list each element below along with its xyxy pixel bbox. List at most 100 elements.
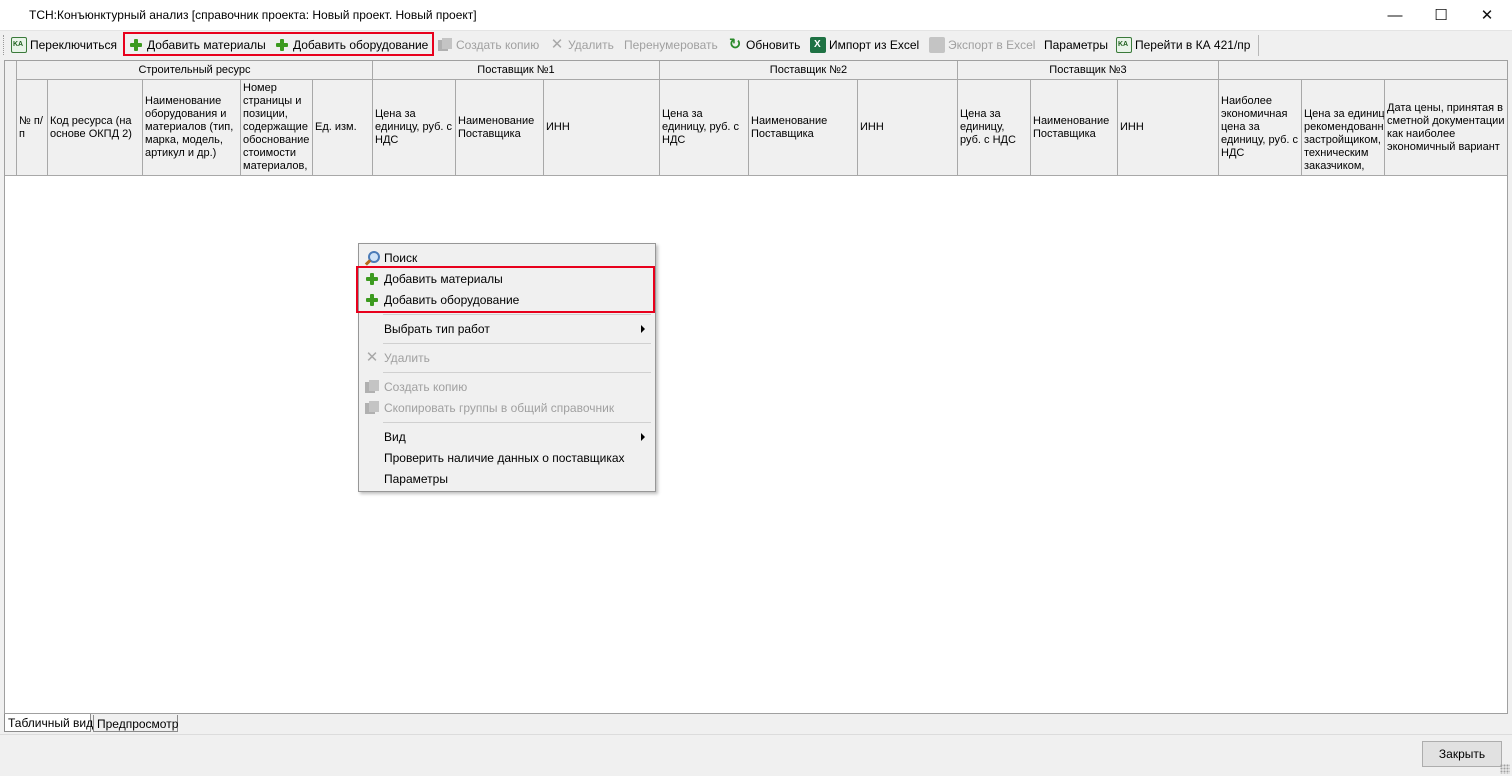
- column-header-s3-price[interactable]: Цена за единицу, руб. с НДС: [958, 80, 1031, 176]
- plus-icon: [364, 292, 380, 308]
- delete-label: Удалить: [568, 38, 614, 52]
- switch-button[interactable]: Переключиться: [11, 36, 117, 54]
- context-menu: Поиск Добавить материалы Добавить оборуд…: [358, 243, 656, 492]
- menu-item-delete-label: Удалить: [384, 351, 430, 365]
- column-header-s3-inn[interactable]: ИНН: [1118, 80, 1219, 176]
- submenu-arrow-icon: [641, 433, 645, 441]
- goto-ka-label: Перейти в КА 421/пр: [1135, 38, 1251, 52]
- bottom-bar: [0, 734, 1512, 776]
- group-header-supplier2: Поставщик №2: [660, 61, 958, 80]
- ka-icon: [11, 37, 27, 53]
- toolbar-end-separator: [1258, 35, 1259, 56]
- column-header-page-label: Номер страницы и позиции, содержащие обо…: [243, 82, 310, 172]
- menu-item-view[interactable]: Вид: [361, 427, 653, 447]
- data-grid[interactable]: Строительный ресурс Поставщик №1 Поставщ…: [4, 60, 1508, 714]
- parameters-label: Параметры: [1044, 38, 1108, 52]
- menu-item-add-materials[interactable]: Добавить материалы: [361, 269, 653, 289]
- menu-separator: [383, 422, 651, 423]
- refresh-button[interactable]: ↻ Обновить: [727, 36, 801, 54]
- column-header-s1-price-label: Цена за единицу, руб. с НДС: [375, 108, 452, 146]
- column-header-s2-name[interactable]: Наименование Поставщика: [749, 80, 858, 176]
- menu-item-check-suppliers[interactable]: Проверить наличие данных о поставщиках: [361, 448, 653, 468]
- column-header-best-price-label: Наиболее экономичная цена за единицу, ру…: [1221, 95, 1298, 159]
- switch-button-label: Переключиться: [30, 38, 117, 52]
- delete-button[interactable]: ✕ Удалить: [549, 36, 614, 54]
- column-header-num[interactable]: № п/п: [17, 80, 48, 176]
- delete-icon: ✕: [550, 36, 564, 53]
- refresh-label: Обновить: [746, 38, 801, 52]
- column-header-code-label: Код ресурса (на основе ОКПД 2): [50, 114, 132, 140]
- column-header-name-label: Наименование оборудования и материалов (…: [145, 95, 234, 159]
- column-header-best-price[interactable]: Наиболее экономичная цена за единицу, ру…: [1219, 80, 1302, 176]
- group-header-supplier3: Поставщик №3: [958, 61, 1219, 80]
- menu-item-search[interactable]: Поиск: [361, 248, 653, 268]
- menu-item-work-type[interactable]: Выбрать тип работ: [361, 319, 653, 339]
- toolbar-grip[interactable]: [3, 35, 7, 55]
- close-button[interactable]: Закрыть: [1422, 741, 1502, 767]
- goto-ka-button[interactable]: Перейти в КА 421/пр: [1116, 36, 1250, 54]
- close-window-button[interactable]: ✕: [1464, 0, 1510, 31]
- menu-item-delete[interactable]: ✕ Удалить: [361, 348, 653, 368]
- group-header-supplier1: Поставщик №1: [373, 61, 660, 80]
- menu-item-search-label: Поиск: [384, 251, 418, 265]
- add-materials-label: Добавить материалы: [147, 38, 266, 52]
- column-header-s3-inn-label: ИНН: [1120, 121, 1144, 133]
- column-header-name[interactable]: Наименование оборудования и материалов (…: [143, 80, 241, 176]
- column-header-s2-price-label: Цена за единицу, руб. с НДС: [662, 108, 739, 146]
- column-header-price-date-label: Дата цены, принятая в сметной документац…: [1387, 101, 1505, 153]
- export-excel-label: Экспорт в Excel: [948, 38, 1036, 52]
- column-header-s3-name-label: Наименование Поставщика: [1033, 114, 1110, 140]
- delete-icon: ✕: [365, 349, 379, 366]
- menu-separator: [383, 314, 651, 315]
- maximize-button[interactable]: ☐: [1418, 0, 1464, 31]
- column-header-s3-name[interactable]: Наименование Поставщика: [1031, 80, 1118, 176]
- menu-item-add-materials-label: Добавить материалы: [384, 272, 503, 286]
- import-excel-button[interactable]: Импорт из Excel: [810, 36, 919, 54]
- copy-icon: [437, 37, 453, 53]
- group-header-resource: Строительный ресурс: [17, 61, 373, 80]
- column-header-price-date[interactable]: Дата цены, принятая в сметной документац…: [1385, 80, 1507, 176]
- menu-item-create-copy[interactable]: Создать копию: [361, 377, 653, 397]
- column-header-num-label: № п/п: [19, 114, 43, 140]
- column-header-code[interactable]: Код ресурса (на основе ОКПД 2): [48, 80, 143, 176]
- column-header-unit-label: Ед. изм.: [315, 121, 357, 133]
- group-header-summary: [1219, 61, 1507, 80]
- menu-item-view-label: Вид: [384, 430, 406, 444]
- menu-item-work-type-label: Выбрать тип работ: [384, 322, 490, 336]
- window-title: ТСН:Конъюнктурный анализ [справочник про…: [29, 8, 477, 22]
- column-header-unit[interactable]: Ед. изм.: [313, 80, 373, 176]
- column-header-s2-inn[interactable]: ИНН: [858, 80, 958, 176]
- menu-item-add-equipment[interactable]: Добавить оборудование: [361, 290, 653, 310]
- menu-separator: [383, 343, 651, 344]
- import-excel-label: Импорт из Excel: [829, 38, 920, 52]
- plus-icon: [274, 37, 290, 53]
- row-indicator-header: [5, 61, 17, 176]
- create-copy-button[interactable]: Создать копию: [437, 36, 539, 54]
- add-materials-button[interactable]: Добавить материалы: [128, 36, 266, 54]
- title-bar: ТСН:Конъюнктурный анализ [справочник про…: [0, 0, 1512, 31]
- menu-item-copy-groups[interactable]: Скопировать группы в общий справочник: [361, 398, 653, 418]
- export-excel-button[interactable]: Экспорт в Excel: [929, 36, 1035, 54]
- add-equipment-label: Добавить оборудование: [293, 38, 429, 52]
- column-header-page[interactable]: Номер страницы и позиции, содержащие обо…: [241, 80, 313, 176]
- minimize-button[interactable]: —: [1372, 0, 1418, 31]
- column-header-s1-inn[interactable]: ИНН: [544, 80, 660, 176]
- resize-grip-icon[interactable]: [1500, 764, 1510, 774]
- tab-preview[interactable]: Предпросмотр: [93, 715, 178, 732]
- toolbar: Переключиться Добавить материалы Добавит…: [0, 31, 1512, 59]
- search-icon: [364, 250, 380, 266]
- column-header-s1-price[interactable]: Цена за единицу, руб. с НДС: [373, 80, 456, 176]
- excel-icon: [929, 37, 945, 53]
- parameters-button[interactable]: Параметры: [1044, 36, 1108, 54]
- menu-item-check-suppliers-label: Проверить наличие данных о поставщиках: [384, 451, 625, 465]
- column-header-s1-name[interactable]: Наименование Поставщика: [456, 80, 544, 176]
- add-equipment-button[interactable]: Добавить оборудование: [274, 36, 428, 54]
- renumber-button[interactable]: Перенумеровать: [624, 36, 718, 54]
- column-header-recommended-price[interactable]: Цена за единицу, рекомендованная застрой…: [1302, 80, 1385, 176]
- menu-item-parameters[interactable]: Параметры: [361, 469, 653, 489]
- plus-icon: [364, 271, 380, 287]
- tab-table-view[interactable]: Табличный вид: [4, 714, 93, 732]
- column-header-s3-price-label: Цена за единицу, руб. с НДС: [960, 108, 1016, 146]
- column-header-s2-inn-label: ИНН: [860, 121, 884, 133]
- column-header-s2-price[interactable]: Цена за единицу, руб. с НДС: [660, 80, 749, 176]
